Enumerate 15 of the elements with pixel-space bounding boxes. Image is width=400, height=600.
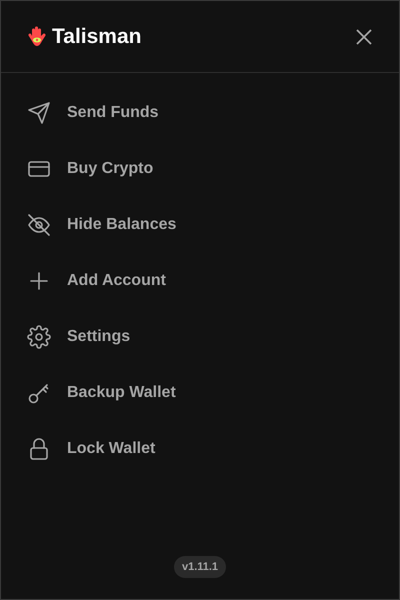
settings-icon (27, 325, 51, 349)
menu-item[interactable]: Hide Balances (1, 197, 399, 253)
close-button[interactable] (355, 28, 373, 46)
menu-item[interactable]: Send Funds (1, 85, 399, 141)
menu-item[interactable]: Backup Wallet (1, 365, 399, 421)
send-icon (27, 101, 51, 125)
brand-name: Talisman (52, 24, 142, 48)
key-icon (27, 381, 51, 405)
menu-item[interactable]: Add Account (1, 253, 399, 309)
version-badge: v1.11.1 (174, 556, 226, 578)
menu-item[interactable]: Settings (1, 309, 399, 365)
lock-icon (27, 437, 51, 461)
menu-item[interactable]: Buy Crypto (1, 141, 399, 197)
hidden-eye-icon (27, 213, 51, 237)
menu-item[interactable]: Lock Wallet (1, 421, 399, 477)
